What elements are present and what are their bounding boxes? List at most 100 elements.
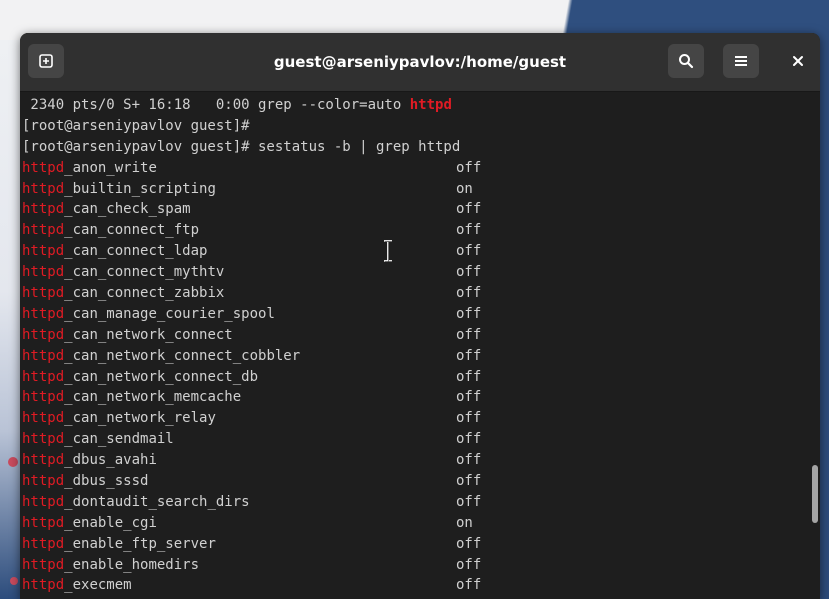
boolean-value: off bbox=[456, 431, 482, 448]
boolean-value: off bbox=[456, 535, 482, 552]
search-button[interactable] bbox=[668, 44, 704, 78]
grep-match: httpd bbox=[22, 305, 65, 322]
boolean-value: off bbox=[456, 264, 482, 281]
boolean-row: httpd_can_network_memcache off bbox=[22, 387, 810, 408]
new-tab-icon bbox=[39, 54, 53, 68]
boolean-name: _can_network_memcache bbox=[64, 389, 242, 406]
boolean-row: httpd_can_connect_ldap off bbox=[22, 241, 810, 262]
boolean-row: httpd_can_network_connect_db off bbox=[22, 367, 810, 388]
prompt-line: [root@arseniypavlov guest]# bbox=[22, 117, 250, 134]
new-tab-button[interactable] bbox=[28, 44, 64, 78]
boolean-row: httpd_enable_homedirs off bbox=[22, 555, 810, 576]
boolean-name: _dbus_avahi bbox=[64, 452, 157, 469]
boolean-row: httpd_dontaudit_search_dirs off bbox=[22, 492, 810, 513]
menu-button[interactable] bbox=[723, 44, 759, 78]
boolean-value: off bbox=[456, 159, 482, 176]
boolean-row: httpd_dbus_avahi off bbox=[22, 450, 810, 471]
grep-match: httpd bbox=[22, 535, 65, 552]
boolean-value: on bbox=[456, 180, 473, 197]
boolean-value: off bbox=[456, 368, 482, 385]
close-button[interactable] bbox=[780, 44, 816, 78]
terminal-window: guest@arseniypavlov:/home/guest 2340 pts… bbox=[20, 33, 820, 599]
boolean-name: _can_network_connect_db bbox=[64, 368, 259, 385]
boolean-name: _can_connect_ftp bbox=[64, 222, 200, 239]
desktop-wallpaper-left bbox=[0, 40, 22, 599]
boolean-value: off bbox=[456, 473, 482, 490]
boolean-value: off bbox=[456, 389, 482, 406]
boolean-name: _dontaudit_search_dirs bbox=[64, 493, 250, 510]
grep-match: httpd bbox=[22, 577, 65, 594]
boolean-value: off bbox=[456, 577, 482, 594]
boolean-row: httpd_can_sendmail off bbox=[22, 429, 810, 450]
terminal-output: 2340 pts/0 S+ 16:18 0:00 grep --color=au… bbox=[20, 92, 810, 596]
grep-match: httpd bbox=[22, 159, 65, 176]
boolean-row: httpd_can_network_relay off bbox=[22, 408, 810, 429]
boolean-row: httpd_can_manage_courier_spool off bbox=[22, 304, 810, 325]
boolean-name: _builtin_scripting bbox=[64, 180, 216, 197]
boolean-value: off bbox=[456, 493, 482, 510]
grep-match: httpd bbox=[22, 452, 65, 469]
boolean-name: _can_sendmail bbox=[64, 431, 174, 448]
process-line: 2340 pts/0 S+ 16:18 0:00 grep --color=au… bbox=[22, 97, 452, 113]
boolean-name: _enable_cgi bbox=[64, 514, 157, 531]
boolean-list: httpd_anon_write off httpd_builtin_scripti… bbox=[22, 158, 810, 597]
terminal-content[interactable]: 2340 pts/0 S+ 16:18 0:00 grep --color=au… bbox=[20, 92, 810, 599]
search-icon bbox=[679, 54, 694, 69]
boolean-value: off bbox=[456, 201, 482, 218]
boolean-name: _can_network_connect bbox=[64, 326, 233, 343]
boolean-row: httpd_execmem off bbox=[22, 575, 810, 596]
command-line: [root@arseniypavlov guest]# sestatus -b … bbox=[22, 138, 461, 155]
wallpaper-decoration bbox=[8, 457, 18, 467]
boolean-row: httpd_enable_ftp_server off bbox=[22, 534, 810, 555]
boolean-name: _dbus_sssd bbox=[64, 473, 149, 490]
boolean-value: off bbox=[456, 285, 482, 302]
grep-match: httpd bbox=[22, 410, 65, 427]
boolean-value: off bbox=[456, 305, 482, 322]
grep-match: httpd bbox=[22, 556, 65, 573]
grep-match: httpd bbox=[22, 264, 65, 281]
boolean-name: _can_connect_ldap bbox=[64, 243, 208, 260]
grep-match: httpd bbox=[22, 368, 65, 385]
title-bar[interactable]: guest@arseniypavlov:/home/guest bbox=[20, 33, 820, 92]
boolean-row: httpd_can_network_connect off bbox=[22, 325, 810, 346]
grep-match: httpd bbox=[22, 180, 65, 197]
boolean-name: _can_check_spam bbox=[64, 201, 191, 218]
boolean-name: _execmem bbox=[64, 577, 132, 594]
scrollbar-thumb[interactable] bbox=[812, 465, 818, 523]
grep-match: httpd bbox=[22, 201, 65, 218]
grep-match: httpd bbox=[22, 514, 65, 531]
grep-match: httpd bbox=[22, 473, 65, 490]
boolean-row: httpd_can_connect_ftp off bbox=[22, 220, 810, 241]
boolean-name: _anon_write bbox=[64, 159, 157, 176]
text-cursor-icon bbox=[384, 240, 393, 262]
boolean-row: httpd_anon_write off bbox=[22, 158, 810, 179]
boolean-name: _enable_homedirs bbox=[64, 556, 200, 573]
boolean-name: _can_manage_courier_spool bbox=[64, 305, 275, 322]
boolean-value: off bbox=[456, 347, 482, 364]
boolean-row: httpd_builtin_scripting on bbox=[22, 179, 810, 200]
boolean-name: _enable_ftp_server bbox=[64, 535, 216, 552]
grep-match: httpd bbox=[22, 243, 65, 260]
grep-match: httpd bbox=[22, 222, 65, 239]
boolean-row: httpd_can_connect_mythtv off bbox=[22, 262, 810, 283]
close-icon bbox=[793, 56, 803, 66]
grep-match: httpd bbox=[22, 347, 65, 364]
boolean-value: off bbox=[456, 326, 482, 343]
boolean-value: off bbox=[456, 243, 482, 260]
boolean-value: off bbox=[456, 556, 482, 573]
grep-match: httpd bbox=[22, 285, 65, 302]
grep-match: httpd bbox=[409, 97, 452, 113]
boolean-row: httpd_can_check_spam off bbox=[22, 199, 810, 220]
boolean-name: _can_network_relay bbox=[64, 410, 216, 427]
boolean-row: httpd_can_connect_zabbix off bbox=[22, 283, 810, 304]
boolean-value: on bbox=[456, 514, 473, 531]
boolean-value: off bbox=[456, 452, 482, 469]
boolean-row: httpd_dbus_sssd off bbox=[22, 471, 810, 492]
boolean-name: _can_connect_zabbix bbox=[64, 285, 225, 302]
boolean-row: httpd_enable_cgi on bbox=[22, 513, 810, 534]
wallpaper-decoration bbox=[10, 577, 18, 585]
grep-match: httpd bbox=[22, 431, 65, 448]
boolean-name: _can_network_connect_cobbler bbox=[64, 347, 301, 364]
boolean-row: httpd_can_network_connect_cobbler off bbox=[22, 346, 810, 367]
grep-match: httpd bbox=[22, 326, 65, 343]
